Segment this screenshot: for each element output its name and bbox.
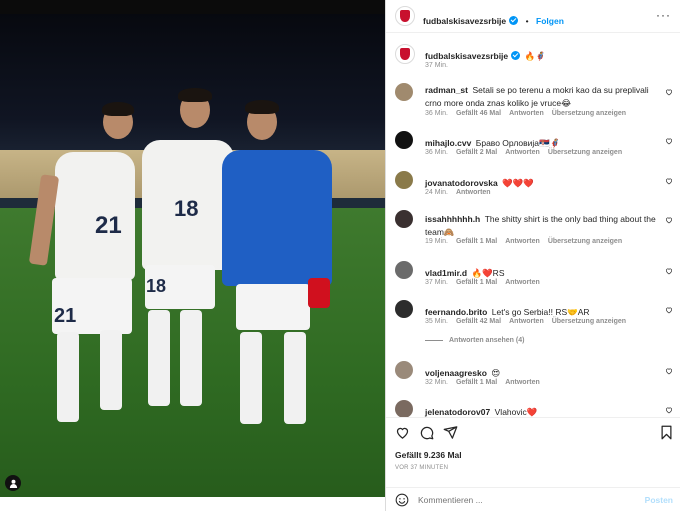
like-comment-heart-icon[interactable] [665, 367, 673, 375]
reply-button[interactable]: Antworten [505, 149, 540, 156]
comment-item: jelenatodorov07 Vlahovic❤️ [386, 400, 680, 417]
commenter-avatar[interactable] [395, 400, 413, 417]
post-actions: Gefällt 9.236 Mal VOR 37 MINUTEN [386, 417, 680, 487]
reply-button[interactable]: Antworten [505, 238, 540, 245]
dot-separator: • [525, 16, 529, 26]
commenter-avatar[interactable] [395, 131, 413, 149]
like-comment-heart-icon[interactable] [665, 406, 673, 414]
comment-likes[interactable]: Gefällt 1 Mal [456, 379, 497, 386]
post-side-panel: fudbalskisavezsrbije • Folgen ··· fudbal… [385, 0, 680, 511]
comment-composer: Posten [386, 487, 680, 511]
caption-username[interactable]: fudbalskisavezsrbije [425, 51, 508, 61]
commenter-username[interactable]: feernando.brito [425, 307, 487, 317]
reply-button[interactable]: Antworten [456, 189, 491, 196]
photo-top-bar [0, 0, 385, 14]
comment-time: 19 Min. [425, 238, 448, 245]
comment-likes[interactable]: Gefällt 1 Mal [456, 279, 497, 286]
comment-time: 35 Min. [425, 318, 448, 325]
comments-list[interactable]: fudbalskisavezsrbije 🔥🦸 37 Min. radman_s… [386, 33, 680, 417]
translate-button[interactable]: Übersetzung anzeigen [552, 318, 626, 325]
reply-button[interactable]: Antworten [505, 279, 540, 286]
reply-button[interactable]: Antworten [505, 379, 540, 386]
comment-item: voljenaagresko 😍 32 Min. Gefällt 1 Mal Ant… [386, 361, 680, 391]
like-heart-icon[interactable] [395, 425, 410, 440]
likes-count[interactable]: Gefällt 9.236 Mal [395, 450, 462, 460]
commenter-username[interactable]: voljenaagresko [425, 368, 487, 378]
like-comment-heart-icon[interactable] [665, 137, 673, 145]
comment-text: 😍 [491, 368, 501, 378]
photo-bottom-gap [0, 497, 385, 511]
like-comment-heart-icon[interactable] [665, 88, 673, 96]
comment-item: radman_st Setali se po terenu a mokri ka… [386, 83, 680, 127]
comment-text: Браво Орловија🇷🇸🦸 [475, 138, 561, 148]
commenter-username[interactable]: vlad1mir.d [425, 268, 467, 278]
commenter-username[interactable]: radman_st [425, 85, 468, 95]
comment-text: ❤️❤️❤️ [502, 178, 534, 188]
instagram-post-modal: 21 21 18 18 fudbalskisavezsrbije • Folge… [0, 0, 680, 511]
comment-input[interactable] [418, 492, 618, 508]
post-photo[interactable]: 21 21 18 18 [0, 0, 385, 511]
commenter-username[interactable]: mihajlo.cvv [425, 138, 471, 148]
like-comment-heart-icon[interactable] [665, 267, 673, 275]
post-header: fudbalskisavezsrbije • Folgen ··· [386, 0, 680, 33]
commenter-avatar[interactable] [395, 83, 413, 101]
commenter-username[interactable]: jelenatodorov07 [425, 407, 490, 417]
comment-likes[interactable]: Gefällt 2 Mal [456, 149, 497, 156]
verified-badge-icon [509, 16, 519, 25]
post-comment-button[interactable]: Posten [645, 495, 673, 505]
comment-text: 🔥❤️RS [471, 268, 505, 278]
tagged-users-icon[interactable] [5, 475, 21, 491]
comment-time: 24 Min. [425, 189, 448, 196]
view-replies-label[interactable]: Antworten ansehen (4) [449, 337, 524, 344]
commenter-username[interactable]: issahhhhhh.h [425, 214, 480, 224]
caption-text: 🔥🦸 [524, 51, 546, 61]
comment-likes[interactable]: Gefällt 46 Mal [456, 110, 501, 117]
like-comment-heart-icon[interactable] [665, 306, 673, 314]
translate-button[interactable]: Übersetzung anzeigen [552, 110, 626, 117]
comment-text: Let's go Serbia!! RS🤝AR [491, 307, 590, 317]
comment-likes[interactable]: Gefällt 1 Mal [456, 238, 497, 245]
commenter-avatar[interactable] [395, 210, 413, 228]
comment-item: issahhhhhh.h The shitty shirt is the onl… [386, 210, 680, 250]
account-username[interactable]: fudbalskisavezsrbije [423, 16, 506, 26]
share-paper-plane-icon[interactable] [443, 425, 458, 440]
comment-item: jovanatodorovska ❤️❤️❤️ 24 Min. Antworten [386, 171, 680, 201]
commenter-avatar[interactable] [395, 300, 413, 318]
follow-button[interactable]: Folgen [536, 16, 564, 26]
comment-item: vlad1mir.d 🔥❤️RS 37 Min. Gefällt 1 Mal Ant… [386, 261, 680, 291]
comment-time: 36 Min. [425, 149, 448, 156]
emoji-smiley-icon[interactable] [395, 493, 409, 507]
translate-button[interactable]: Übersetzung anzeigen [548, 149, 622, 156]
comment-time: 37 Min. [425, 279, 448, 286]
commenter-avatar[interactable] [395, 171, 413, 189]
reply-button[interactable]: Antworten [509, 110, 544, 117]
comment-item: feernando.brito Let's go Serbia!! RS🤝AR … [386, 300, 680, 352]
comment-text: Vlahovic❤️ [494, 407, 538, 417]
account-avatar[interactable] [395, 6, 415, 26]
verified-badge-icon [511, 51, 521, 60]
translate-button[interactable]: Übersetzung anzeigen [548, 238, 622, 245]
caption-time: 37 Min. [425, 62, 448, 69]
comment-item: mihajlo.cvv Браво Орловија🇷🇸🦸 36 Min. Gef… [386, 131, 680, 161]
commenter-avatar[interactable] [395, 261, 413, 279]
post-timestamp[interactable]: VOR 37 MINUTEN [395, 465, 448, 471]
commenter-username[interactable]: jovanatodorovska [425, 178, 498, 188]
comment-likes[interactable]: Gefällt 42 Mal [456, 318, 501, 325]
like-comment-heart-icon[interactable] [665, 177, 673, 185]
bookmark-icon[interactable] [660, 425, 673, 440]
like-comment-heart-icon[interactable] [665, 216, 673, 224]
commenter-avatar[interactable] [395, 361, 413, 379]
view-replies-button[interactable]: Antworten ansehen (4) [425, 337, 532, 344]
caption: fudbalskisavezsrbije 🔥🦸 37 Min. [386, 42, 680, 80]
comment-time: 36 Min. [425, 110, 448, 117]
reply-button[interactable]: Antworten [509, 318, 544, 325]
caption-avatar[interactable] [395, 44, 415, 64]
comment-bubble-icon[interactable] [419, 425, 434, 440]
more-horizontal-icon[interactable]: ··· [656, 9, 671, 21]
comment-time: 32 Min. [425, 379, 448, 386]
